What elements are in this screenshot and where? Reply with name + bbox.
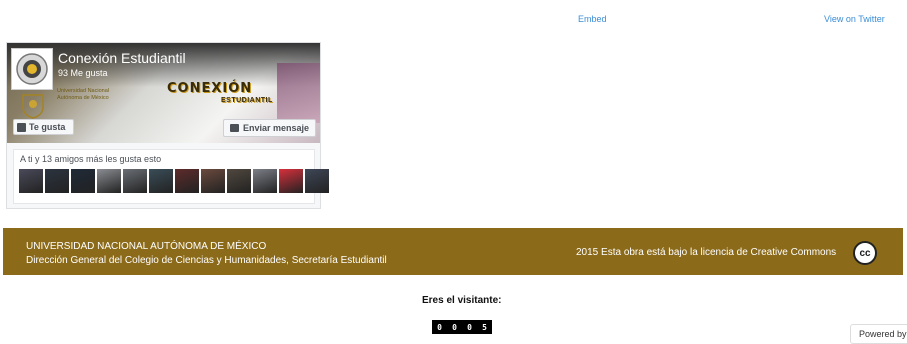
friend-avatar[interactable] [45, 169, 69, 193]
embed-link[interactable]: Embed [578, 14, 607, 24]
friends-like-text: A ti y 13 amigos más les gusta esto [20, 154, 162, 164]
friend-avatar[interactable] [305, 169, 329, 193]
friend-avatar[interactable] [253, 169, 277, 193]
likes-count: 93 Me gusta [58, 68, 108, 78]
conexion-avatar-icon [12, 49, 52, 89]
site-footer: UNIVERSIDAD NACIONAL AUTÓNOMA DE MÉXICO … [3, 228, 903, 275]
view-on-twitter-link[interactable]: View on Twitter [824, 14, 885, 24]
friend-avatars [19, 169, 329, 193]
friend-avatar[interactable] [279, 169, 303, 193]
send-message-label: Enviar mensaje [242, 123, 310, 133]
facebook-icon [17, 122, 26, 132]
footer-university: UNIVERSIDAD NACIONAL AUTÓNOMA DE MÉXICO [26, 241, 267, 252]
unam-text-line-2: Autónoma de México [57, 95, 109, 101]
unam-text-line-1: Universidad Nacional [57, 88, 109, 94]
footer-license: 2015 Esta obra está bajo la licencia de … [576, 247, 837, 258]
profile-picture[interactable] [11, 48, 53, 90]
visitor-counter: 0 0 0 5 [432, 320, 492, 334]
counter-digit: 0 [437, 322, 442, 332]
unam-shield-icon [22, 94, 44, 119]
friends-box: A ti y 13 amigos más les gusta esto [13, 149, 329, 204]
powered-by-badge[interactable]: Powered by [850, 324, 907, 344]
friend-avatar[interactable] [97, 169, 121, 193]
creative-commons-icon[interactable]: cc [853, 241, 877, 265]
like-button[interactable]: Te gusta [13, 119, 74, 135]
messenger-icon [229, 124, 239, 132]
unam-cover-text: Universidad Nacional Autónoma de México [57, 88, 109, 102]
friend-avatar[interactable] [227, 169, 251, 193]
estudiantil-logo: ESTUDIANTIL [221, 97, 273, 104]
friend-avatar[interactable] [175, 169, 199, 193]
like-button-label: Te gusta [29, 122, 66, 132]
friend-avatar[interactable] [71, 169, 95, 193]
friend-avatar[interactable] [201, 169, 225, 193]
friend-avatar[interactable] [123, 169, 147, 193]
facebook-page-widget: Universidad Nacional Autónoma de México … [6, 42, 329, 209]
visitor-label: Eres el visitante: [422, 295, 502, 306]
conexion-logo: CONEXIÓN [167, 81, 253, 96]
page-name-link[interactable]: Conexión Estudiantil [58, 50, 186, 66]
counter-digit: 0 [452, 322, 457, 332]
counter-digit: 0 [467, 322, 472, 332]
send-message-button[interactable]: Enviar mensaje [223, 119, 316, 137]
friend-avatar[interactable] [149, 169, 173, 193]
friend-avatar[interactable] [19, 169, 43, 193]
cover-decoration [277, 63, 320, 123]
counter-digit: 5 [482, 322, 487, 332]
footer-department: Dirección General del Colegio de Ciencia… [26, 255, 387, 266]
